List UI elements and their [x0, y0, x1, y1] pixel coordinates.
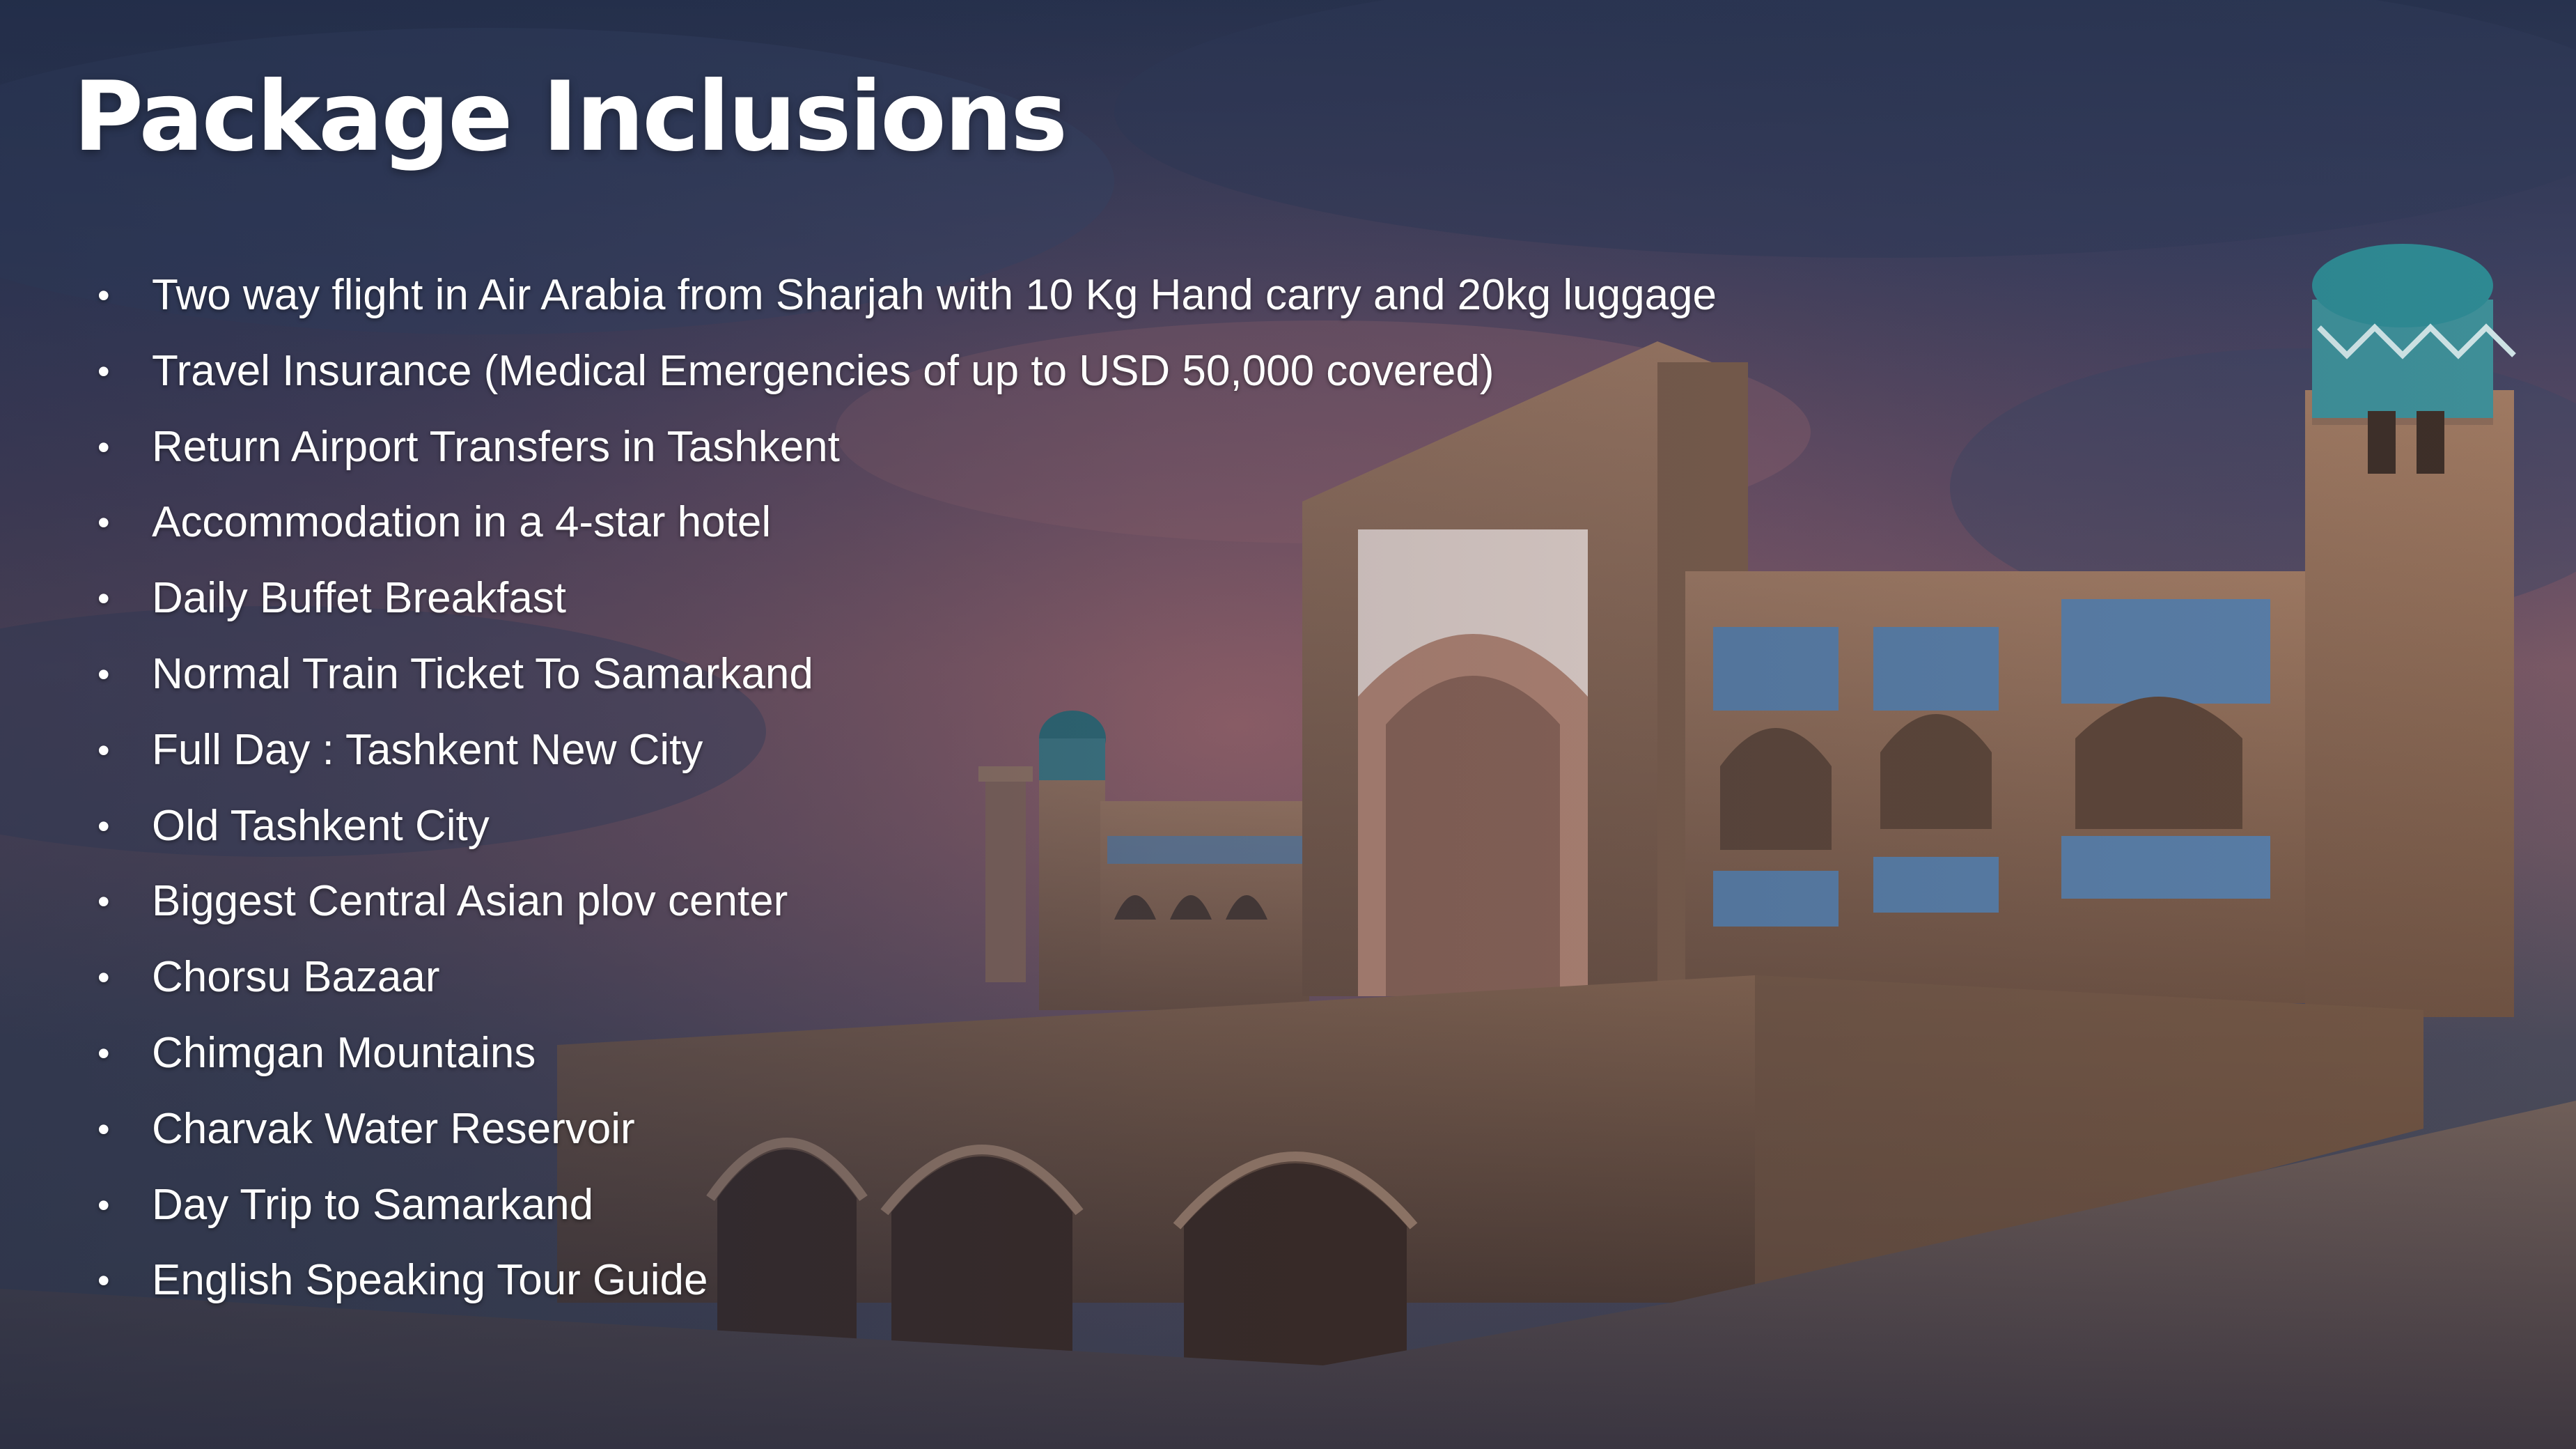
list-item-text: Normal Train Ticket To Samarkand — [152, 649, 813, 698]
inclusions-list: • Two way flight in Air Arabia from Sharj… — [97, 258, 1717, 1319]
list-item: • Charvak Water Reservoir — [97, 1092, 1717, 1168]
list-item: • Chimgan Mountains — [97, 1016, 1717, 1092]
list-item: • Day Trip to Samarkand — [97, 1168, 1717, 1243]
bullet-icon: • — [97, 882, 110, 922]
list-item: • Return Airport Transfers in Tashkent — [97, 410, 1717, 486]
bullet-icon: • — [97, 1109, 110, 1149]
bullet-icon: • — [97, 579, 110, 619]
bullet-icon: • — [97, 427, 110, 467]
bullet-icon: • — [97, 1261, 110, 1301]
list-item-text: Full Day : Tashkent New City — [152, 725, 703, 774]
list-item-text: Chimgan Mountains — [152, 1028, 536, 1077]
list-item: • Normal Train Ticket To Samarkand — [97, 637, 1717, 713]
list-item-text: Daily Buffet Breakfast — [152, 574, 567, 623]
list-item-text: Day Trip to Samarkand — [152, 1180, 594, 1229]
bullet-icon: • — [97, 1033, 110, 1073]
list-item-text: Return Airport Transfers in Tashkent — [152, 422, 840, 471]
bullet-icon: • — [97, 806, 110, 846]
bullet-icon: • — [97, 276, 110, 315]
slide-title: Package Inclusions — [73, 61, 1068, 173]
bullet-icon: • — [97, 654, 110, 694]
list-item-text: Travel Insurance (Medical Emergencies of… — [152, 346, 1494, 395]
bullet-icon: • — [97, 351, 110, 391]
slide: Package Inclusions • Two way flight in Ai… — [0, 0, 2576, 1449]
list-item: • Chorsu Bazaar — [97, 940, 1717, 1016]
list-item: • Two way flight in Air Arabia from Sharj… — [97, 258, 1717, 334]
list-item-text: Biggest Central Asian plov center — [152, 877, 788, 926]
list-item-text: Accommodation in a 4-star hotel — [152, 498, 772, 547]
list-item-text: Old Tashkent City — [152, 801, 490, 850]
list-item-text: Chorsu Bazaar — [152, 953, 440, 1002]
list-item-text: English Speaking Tour Guide — [152, 1256, 708, 1305]
list-item: • Travel Insurance (Medical Emergencies o… — [97, 334, 1717, 410]
list-item: • Daily Buffet Breakfast — [97, 561, 1717, 637]
list-item: • Biggest Central Asian plov center — [97, 864, 1717, 940]
bullet-icon: • — [97, 503, 110, 543]
list-item-text: Two way flight in Air Arabia from Sharja… — [152, 271, 1717, 319]
bullet-icon: • — [97, 1185, 110, 1225]
bullet-icon: • — [97, 730, 110, 770]
list-item: • Accommodation in a 4-star hotel — [97, 485, 1717, 561]
list-item: • Old Tashkent City — [97, 789, 1717, 865]
list-item-text: Charvak Water Reservoir — [152, 1104, 635, 1153]
list-item: • Full Day : Tashkent New City — [97, 713, 1717, 789]
list-item: • English Speaking Tour Guide — [97, 1243, 1717, 1319]
bullet-icon: • — [97, 958, 110, 998]
